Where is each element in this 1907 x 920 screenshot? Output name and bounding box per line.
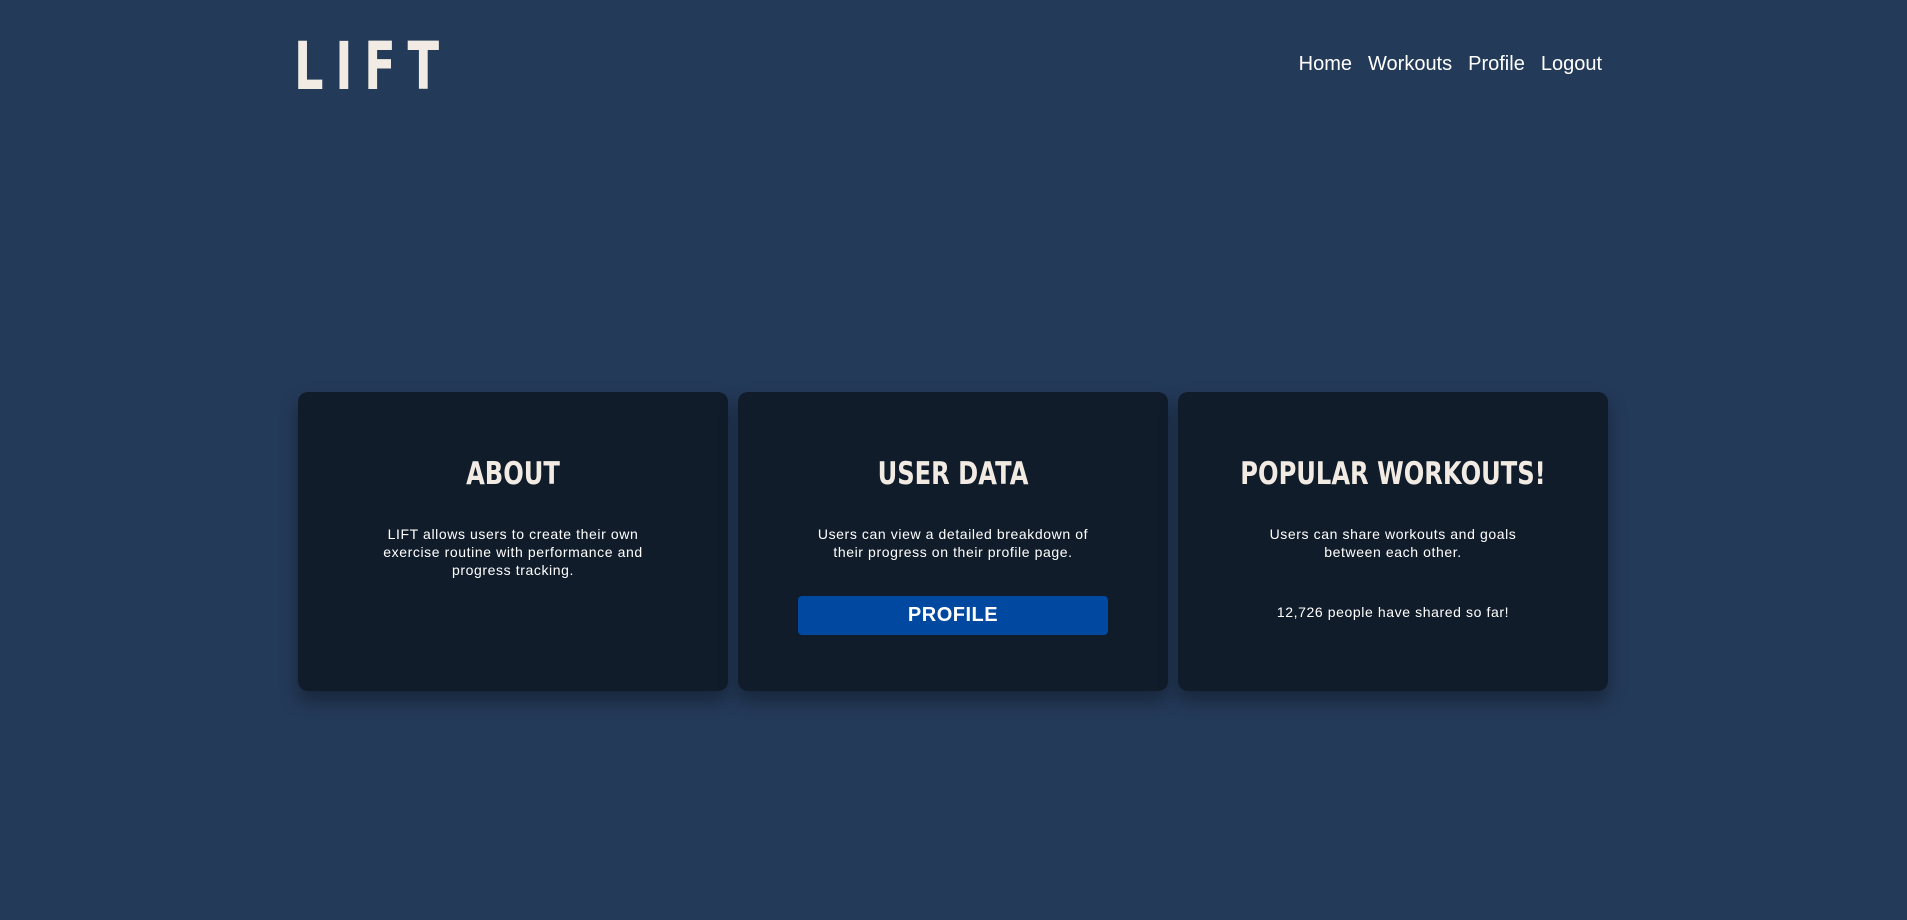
nav-logout-link[interactable]: Logout [1541, 53, 1602, 75]
profile-button[interactable]: PROFILE [798, 596, 1108, 635]
popular-workouts-card: POPULAR WORKOUTS! Users can share workou… [1178, 392, 1608, 691]
site-header: LIFT Home Workouts Profile Logout [294, 34, 1602, 100]
popular-workouts-card-text: Users can share workouts and goals betwe… [1269, 526, 1517, 560]
feature-cards: ABOUT LIFT allows users to create their … [298, 392, 1608, 691]
about-card-title: ABOUT [466, 456, 560, 492]
about-card: ABOUT LIFT allows users to create their … [298, 392, 728, 691]
shared-count-text: 12,726 people have shared so far! [1276, 604, 1510, 620]
nav-profile-link[interactable]: Profile [1468, 53, 1525, 75]
nav-workouts-link[interactable]: Workouts [1368, 53, 1452, 75]
about-card-text: LIFT allows users to create their own ex… [383, 526, 643, 578]
user-data-card: USER DATA Users can view a detailed brea… [738, 392, 1168, 691]
page: LIFT Home Workouts Profile Logout ABOUT … [0, 0, 1907, 920]
logo[interactable]: LIFT [294, 34, 451, 100]
user-data-card-title: USER DATA [877, 456, 1029, 492]
popular-workouts-card-title: POPULAR WORKOUTS! [1240, 456, 1546, 492]
user-data-card-text: Users can view a detailed breakdown of t… [817, 526, 1089, 560]
nav-home-link[interactable]: Home [1299, 53, 1352, 75]
main-nav: Home Workouts Profile Logout [1299, 53, 1602, 75]
